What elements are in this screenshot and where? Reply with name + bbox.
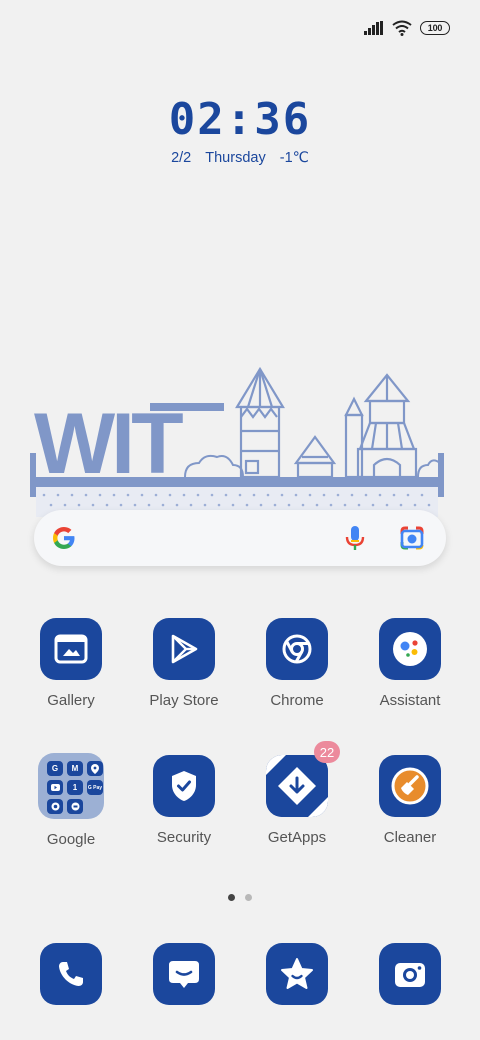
- page-dot-2[interactable]: [245, 894, 252, 901]
- folder-app-youtube: [47, 780, 63, 795]
- cleaner-brush-icon: [379, 755, 441, 817]
- app-label: Play Store: [149, 692, 219, 709]
- temperature-text: -1℃: [279, 150, 309, 166]
- assistant-icon: [379, 618, 441, 680]
- app-gallery[interactable]: Gallery: [16, 618, 126, 709]
- app-cleaner[interactable]: Cleaner: [355, 755, 465, 846]
- signal-icon: [364, 21, 383, 35]
- wifi-icon: [392, 20, 412, 36]
- app-chrome[interactable]: Chrome: [242, 618, 352, 709]
- page-indicator[interactable]: [0, 894, 480, 901]
- security-shield-icon: [153, 755, 215, 817]
- app-security[interactable]: Security: [129, 755, 239, 846]
- getapps-icon: 22: [266, 741, 340, 817]
- folder-app-gpay: G Pay: [87, 780, 103, 795]
- dock-themes[interactable]: [242, 943, 352, 1005]
- notification-badge: 22: [314, 741, 340, 763]
- folder-icon: G M 1 G Pay: [38, 753, 104, 819]
- folder-app-duo: [47, 799, 63, 814]
- dock-messages[interactable]: [129, 943, 239, 1005]
- app-label: Cleaner: [383, 829, 437, 846]
- phone-icon: [40, 943, 102, 1005]
- app-play-store[interactable]: Play Store: [129, 618, 239, 709]
- folder-app-meet: [67, 799, 83, 814]
- app-getapps[interactable]: 22 GetApps: [242, 741, 352, 846]
- weekday-text: Thursday: [205, 150, 266, 166]
- app-label: Chrome: [270, 692, 324, 709]
- app-assistant[interactable]: Assistant: [355, 618, 465, 709]
- play-store-icon: [153, 618, 215, 680]
- date-text: 2/2: [171, 150, 192, 166]
- clock-time[interactable]: 02:36: [0, 94, 480, 145]
- messages-icon: [153, 943, 215, 1005]
- page-dot-1[interactable]: [228, 894, 235, 901]
- dock-camera[interactable]: [355, 943, 465, 1005]
- clock-date[interactable]: 2/2 Thursday -1℃: [0, 150, 480, 166]
- themes-star-icon: [266, 943, 328, 1005]
- dock-phone[interactable]: [16, 943, 126, 1005]
- battery-icon: 100: [420, 21, 450, 35]
- app-label: Assistant: [379, 692, 441, 709]
- gallery-icon: [40, 618, 102, 680]
- app-label: Google: [46, 831, 96, 848]
- app-label: Gallery: [47, 692, 95, 709]
- microphone-icon[interactable]: [344, 524, 366, 552]
- camera-icon: [379, 943, 441, 1005]
- google-logo-icon: [53, 527, 75, 549]
- folder-app-gmail: M: [67, 761, 83, 776]
- chrome-icon: [266, 618, 328, 680]
- folder-app-google: G: [47, 761, 63, 776]
- folder-app-maps: [87, 761, 103, 776]
- status-bar: 100: [364, 18, 450, 38]
- google-lens-icon[interactable]: [398, 524, 426, 552]
- app-label: Security: [156, 829, 212, 846]
- folder-app-one: 1: [67, 780, 83, 795]
- app-google-folder[interactable]: G M 1 G Pay Google: [16, 753, 126, 848]
- app-label: GetApps: [267, 829, 327, 846]
- google-search-bar[interactable]: [34, 510, 446, 566]
